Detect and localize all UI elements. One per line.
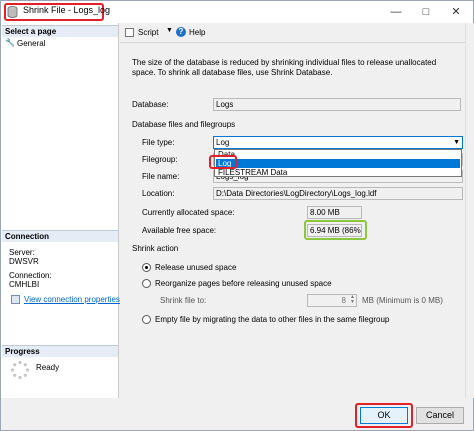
cancel-button[interactable]: Cancel [416, 407, 464, 424]
database-label: Database: [132, 100, 169, 109]
shrink-to-label: Shrink file to: [160, 296, 207, 305]
files-group-label: Database files and filegroups [132, 120, 236, 129]
script-label: Script [138, 28, 159, 37]
connection-header: Connection [2, 230, 118, 242]
main-pane: Script ▼ ? Help The size of the database… [120, 23, 465, 398]
progress-header: Progress [2, 345, 118, 357]
chevron-down-icon: ▼ [453, 139, 460, 146]
allocated-space-field: 8.00 MB [307, 206, 362, 219]
help-label: Help [189, 28, 206, 37]
database-field: Logs [213, 98, 461, 111]
properties-icon [11, 295, 20, 304]
title-bar: Shrink File - Logs_log — □ ✕ [1, 1, 473, 23]
left-pane: Select a page 🔧 General Connection Serve… [1, 23, 120, 398]
dropdown-option-log[interactable]: Log [216, 159, 460, 168]
file-type-value: Log [216, 138, 230, 147]
file-type-dropdown-list: Data Log FILESTREAM Data [214, 149, 462, 177]
chevron-down-icon: ▼ [166, 27, 173, 34]
close-icon[interactable]: ✕ [441, 3, 471, 21]
page-item-label: General [17, 39, 46, 48]
spin-icon: ▲ ▼ [350, 294, 355, 305]
dropdown-option-filestream[interactable]: FILESTREAM Data [216, 168, 460, 177]
help-icon: ? [176, 27, 186, 37]
server-label: Server: [9, 248, 35, 257]
filegroup-label: Filegroup: [142, 155, 178, 164]
allocated-space-label: Currently allocated space: [142, 208, 235, 217]
log-option-highlight [209, 155, 237, 169]
empty-file-radio[interactable] [142, 315, 151, 324]
free-space-label: Available free space: [142, 226, 217, 235]
reorganize-label: Reorganize pages before releasing unused… [155, 279, 332, 288]
description-text: The size of the database is reduced by s… [132, 58, 437, 77]
release-unused-label: Release unused space [155, 263, 237, 272]
ok-button-highlight [355, 403, 413, 428]
location-label: Location: [142, 189, 175, 198]
shrink-file-dialog: Shrink File - Logs_log — □ ✕ Select a pa… [0, 0, 474, 431]
shrink-to-stepper[interactable]: 8 ▲ ▼ [307, 294, 357, 307]
connection-label: Connection: [9, 271, 52, 280]
script-icon [125, 28, 134, 37]
view-connection-properties-link[interactable]: View connection properties [24, 295, 120, 304]
reorganize-radio[interactable] [142, 279, 151, 288]
help-button[interactable]: ? Help [176, 27, 212, 39]
empty-file-label: Empty file by migrating the data to othe… [155, 315, 390, 324]
server-value: DWSVR [9, 257, 39, 266]
connection-value: CMHLBI [9, 280, 40, 289]
shrink-to-unit: MB (Minimum is 0 MB) [362, 296, 443, 305]
wrench-icon: 🔧 [5, 38, 15, 47]
maximize-icon[interactable]: □ [411, 3, 441, 21]
shrink-to-value: 8 [341, 296, 346, 305]
progress-spinner-icon [10, 360, 30, 380]
file-type-label: File type: [142, 138, 175, 147]
progress-status: Ready [36, 363, 60, 372]
scrollbar[interactable] [465, 23, 474, 398]
window-title: Shrink File - Logs_log [23, 5, 111, 15]
release-unused-radio[interactable] [142, 263, 151, 272]
free-space-highlight [304, 220, 367, 240]
toolbar: Script ▼ ? Help [120, 23, 465, 43]
file-name-label: File name: [142, 172, 180, 181]
script-button[interactable]: Script ▼ [125, 27, 173, 39]
shrink-action-header: Shrink action [132, 244, 179, 253]
page-item-general[interactable]: 🔧 General [4, 38, 116, 49]
dropdown-option-data[interactable]: Data [216, 150, 460, 159]
select-page-header: Select a page [2, 25, 118, 37]
file-type-select[interactable]: Log ▼ [213, 136, 463, 149]
location-field: D:\Data Directories\LogDirectory\Logs_lo… [213, 187, 463, 200]
minimize-icon[interactable]: — [381, 3, 411, 21]
